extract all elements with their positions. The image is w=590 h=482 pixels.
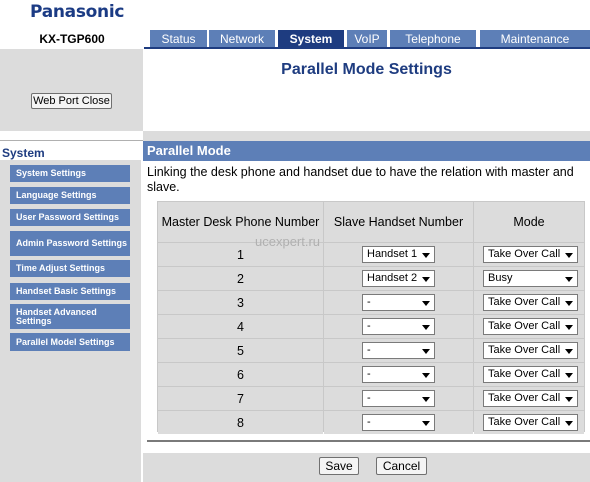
- section-description: Linking the desk phone and handset due t…: [147, 165, 574, 194]
- save-button[interactable]: Save: [319, 457, 359, 475]
- slave-handset-select[interactable]: -: [362, 414, 435, 431]
- brand-logo: Panasonic: [30, 2, 125, 22]
- tab-telephone[interactable]: Telephone: [390, 30, 476, 48]
- chevron-down-icon: [422, 421, 430, 426]
- content-separator: [143, 131, 590, 141]
- header-slave-handset: Slave Handset Number: [324, 202, 473, 242]
- select-value: Take Over Call: [488, 392, 561, 404]
- select-value: Take Over Call: [488, 320, 561, 332]
- master-number-cell: 7: [158, 387, 323, 410]
- select-value: Take Over Call: [488, 248, 561, 260]
- web-port-close-button[interactable]: Web Port Close: [31, 93, 112, 109]
- mode-select[interactable]: Take Over Call: [483, 390, 578, 407]
- select-value: Take Over Call: [488, 416, 561, 428]
- watermark: ucexpert.ru: [255, 234, 321, 249]
- page-title: Parallel Mode Settings: [281, 61, 452, 78]
- master-number-cell: 4: [158, 315, 323, 338]
- chevron-down-icon: [422, 325, 430, 330]
- chevron-down-icon: [565, 373, 573, 378]
- mode-select[interactable]: Take Over Call: [483, 366, 578, 383]
- select-value: Take Over Call: [488, 368, 561, 380]
- chevron-down-icon: [565, 421, 573, 426]
- slave-handset-select[interactable]: Handset 1: [362, 246, 435, 263]
- sidebar-item-language-settings[interactable]: Language Settings: [10, 187, 130, 204]
- select-value: -: [367, 392, 371, 404]
- header-mode: Mode: [474, 202, 584, 242]
- tab-voip[interactable]: VoIP: [347, 30, 387, 48]
- select-value: -: [367, 344, 371, 356]
- select-value: Take Over Call: [488, 296, 561, 308]
- master-number-cell: 8: [158, 411, 323, 434]
- cancel-button[interactable]: Cancel: [376, 457, 427, 475]
- footer-divider: [147, 440, 590, 442]
- select-value: Take Over Call: [488, 344, 561, 356]
- mode-select[interactable]: Busy: [483, 270, 578, 287]
- tab-network[interactable]: Network: [209, 30, 275, 48]
- sidebar-item-parallel-model-settings[interactable]: Parallel Model Settings: [10, 333, 130, 351]
- slave-handset-select[interactable]: -: [362, 318, 435, 335]
- mode-select[interactable]: Take Over Call: [483, 414, 578, 431]
- select-value: -: [367, 320, 371, 332]
- master-number-cell: 3: [158, 291, 323, 314]
- chevron-down-icon: [422, 397, 430, 402]
- chevron-down-icon: [422, 277, 430, 282]
- sidebar-item-system-settings[interactable]: System Settings: [10, 165, 130, 182]
- slave-handset-select[interactable]: -: [362, 366, 435, 383]
- mode-select[interactable]: Take Over Call: [483, 318, 578, 335]
- select-value: Handset 2: [367, 272, 418, 284]
- sidebar-divider: [0, 140, 143, 141]
- select-value: -: [367, 296, 371, 308]
- sidebar-item-handset-basic-settings[interactable]: Handset Basic Settings: [10, 283, 130, 300]
- chevron-down-icon: [422, 373, 430, 378]
- slave-handset-select[interactable]: -: [362, 390, 435, 407]
- select-value: -: [367, 416, 371, 428]
- tab-maintenance[interactable]: Maintenance: [480, 30, 590, 48]
- master-number-cell: 5: [158, 339, 323, 362]
- main-tabs: Status Network System VoIP Telephone Mai…: [144, 30, 590, 48]
- select-value: Handset 1: [367, 248, 418, 260]
- select-value: Busy: [488, 272, 513, 284]
- chevron-down-icon: [422, 349, 430, 354]
- sidebar-item-user-password-settings[interactable]: User Password Settings: [10, 209, 130, 226]
- sidebar-item-admin-password-settings[interactable]: Admin Password Settings: [10, 231, 130, 256]
- chevron-down-icon: [565, 277, 573, 282]
- mode-select[interactable]: Take Over Call: [483, 246, 578, 263]
- sidebar-item-time-adjust-settings[interactable]: Time Adjust Settings: [10, 260, 130, 277]
- slave-handset-select[interactable]: Handset 2: [362, 270, 435, 287]
- section-title: Parallel Mode: [143, 141, 590, 161]
- slave-handset-select[interactable]: -: [362, 342, 435, 359]
- tab-system[interactable]: System: [278, 30, 344, 48]
- chevron-down-icon: [565, 253, 573, 258]
- sidebar-title: System: [2, 146, 45, 160]
- footer-bar: [143, 453, 590, 482]
- tab-status[interactable]: Status: [150, 30, 207, 48]
- master-number-cell: 6: [158, 363, 323, 386]
- select-value: -: [367, 368, 371, 380]
- slave-handset-select[interactable]: -: [362, 294, 435, 311]
- chevron-down-icon: [565, 325, 573, 330]
- mode-select[interactable]: Take Over Call: [483, 342, 578, 359]
- master-number-cell: 2: [158, 267, 323, 290]
- left-top-panel: [0, 49, 143, 131]
- chevron-down-icon: [565, 397, 573, 402]
- model-name: KX-TGP600: [39, 32, 105, 46]
- chevron-down-icon: [422, 253, 430, 258]
- chevron-down-icon: [565, 301, 573, 306]
- mode-select[interactable]: Take Over Call: [483, 294, 578, 311]
- sidebar-item-handset-advanced-settings[interactable]: Handset Advanced Settings: [10, 304, 130, 329]
- chevron-down-icon: [422, 301, 430, 306]
- chevron-down-icon: [565, 349, 573, 354]
